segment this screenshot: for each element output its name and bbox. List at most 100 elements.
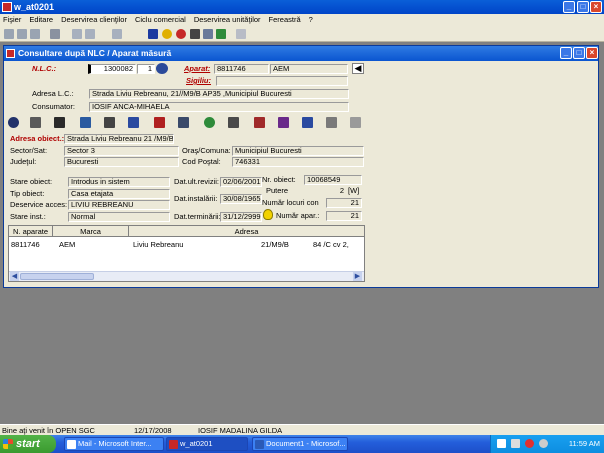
judet-field[interactable]: Bucuresti	[64, 157, 179, 167]
tray-network-icon[interactable]	[497, 439, 506, 448]
tab-stop-icon[interactable]	[254, 117, 265, 128]
oras-label: Oraş/Comuna:	[182, 146, 231, 155]
tab-report-icon[interactable]	[350, 117, 361, 128]
tab-house-icon[interactable]	[154, 117, 165, 128]
adresa-obiect-field[interactable]: Strada Liviu Rebreanu 21 /M9/B	[64, 134, 174, 144]
lookup-icon[interactable]	[156, 63, 168, 74]
retrieve-icon[interactable]	[148, 29, 158, 39]
child-close-button[interactable]: ×	[586, 47, 598, 59]
menu-fisier[interactable]: Fişier	[3, 14, 21, 26]
child-app-icon	[6, 49, 15, 58]
tab-money-icon[interactable]	[204, 117, 215, 128]
aparate-grid: N. aparate Marca Adresa 8811746 AEM Livi…	[8, 225, 365, 282]
new-icon[interactable]	[4, 29, 14, 39]
scroll-thumb[interactable]	[20, 273, 94, 280]
smiley-icon[interactable]	[162, 29, 172, 39]
edit-icon[interactable]	[203, 29, 213, 39]
task-mail[interactable]: Mail - Microsoft Inter...	[64, 437, 164, 451]
start-button[interactable]: start	[0, 435, 56, 453]
close-button[interactable]: ×	[590, 1, 602, 13]
tab-card-icon[interactable]	[104, 117, 115, 128]
clock[interactable]: 11:59 AM	[569, 439, 600, 448]
grid-header-aparate[interactable]: N. aparate	[9, 226, 53, 237]
aparat-number-field[interactable]: 8811746	[214, 64, 269, 74]
cell-aparat: 8811746	[11, 240, 40, 249]
dat-instalarii-field[interactable]: 30/08/1965	[220, 194, 262, 204]
menu-ciclu-comercial[interactable]: Ciclu comercial	[135, 14, 186, 26]
cod-postal-field[interactable]: 746331	[232, 157, 364, 167]
tray-security-icon[interactable]	[511, 439, 520, 448]
sector-field[interactable]: Sector 3	[64, 146, 179, 156]
tab-calendar-icon[interactable]	[278, 117, 289, 128]
numar-apar-field[interactable]: 21	[326, 211, 362, 221]
task-document1[interactable]: Document1 - Microsof...	[252, 437, 348, 451]
tip-obiect-field[interactable]: Casa etajata	[68, 189, 170, 199]
undo-icon[interactable]	[72, 29, 82, 39]
phone-icon[interactable]	[190, 29, 200, 39]
tab-keyboard-icon[interactable]	[54, 117, 65, 128]
numar-locuri-field[interactable]: 21	[326, 198, 362, 208]
stop-icon[interactable]	[176, 29, 186, 39]
open-icon[interactable]	[17, 29, 27, 39]
stare-inst-label: Stare inst.:	[10, 212, 46, 221]
task-w-at0201[interactable]: w_at0201	[166, 437, 248, 451]
scroll-left-icon[interactable]: ◀	[10, 272, 19, 281]
arrow-left-icon[interactable]: ◀	[352, 63, 364, 74]
app-task-icon	[169, 440, 178, 449]
sigiliu-field[interactable]	[216, 76, 348, 86]
scroll-right-icon[interactable]: ▶	[353, 272, 362, 281]
judet-label: Judeţul:	[10, 157, 37, 166]
status-bar: Bine aţi venit în OPEN SGC 12/17/2008 IO…	[0, 424, 604, 435]
nlc-suffix-input[interactable]: 1	[137, 64, 155, 74]
tab-calc-icon[interactable]	[128, 117, 139, 128]
horizontal-scrollbar[interactable]: ◀ ▶	[9, 271, 364, 281]
copy-icon[interactable]	[112, 29, 122, 39]
grid-header-marca[interactable]: Marca	[53, 226, 129, 237]
tray-alert-icon[interactable]	[525, 439, 534, 448]
consumator-field[interactable]: IOSIF ANCA-MIHAELA	[89, 102, 349, 112]
stare-inst-field[interactable]: Normal	[68, 212, 170, 222]
numar-apar-label: Număr apar.:	[276, 211, 320, 220]
child-minimize-button[interactable]: _	[560, 47, 572, 59]
tab-user-icon[interactable]	[8, 117, 19, 128]
menu-help[interactable]: ?	[309, 14, 313, 26]
maximize-button[interactable]: □	[577, 1, 589, 13]
child-title-bar: Consultare după NLC / Aparat măsură _ □ …	[4, 46, 598, 61]
tab-meter-icon[interactable]	[302, 117, 313, 128]
word-task-icon	[255, 440, 264, 449]
deservire-field[interactable]: LIVIU REBREANU	[68, 200, 170, 210]
menu-fereastra[interactable]: Fereastră	[269, 14, 301, 26]
tab-people-icon[interactable]	[178, 117, 189, 128]
tab-building-icon[interactable]	[30, 117, 41, 128]
check-icon[interactable]	[216, 29, 226, 39]
dat-revizii-field[interactable]: 02/06/2001	[220, 177, 262, 187]
tray-volume-icon[interactable]	[539, 439, 548, 448]
lightbulb-icon[interactable]	[263, 209, 273, 220]
child-maximize-button[interactable]: □	[573, 47, 585, 59]
nlc-input[interactable]: 1300082	[88, 64, 136, 74]
system-tray: 11:59 AM	[490, 435, 604, 453]
nlc-label: N.L.C.:	[32, 64, 57, 73]
tip-obiect-label: Tip obiect:	[10, 189, 45, 198]
adresa-lc-field[interactable]: Strada Liviu Rebreanu, 21//M9/B AP35 ,Mu…	[89, 89, 349, 99]
tab-document-icon[interactable]	[80, 117, 91, 128]
nr-obiect-field[interactable]: 10068549	[304, 175, 362, 185]
numar-locuri-label: Număr locuri con	[262, 198, 319, 207]
mail-icon[interactable]	[236, 29, 246, 39]
grid-header-adresa[interactable]: Adresa	[129, 226, 364, 237]
print-icon[interactable]	[30, 29, 40, 39]
menu-deservirea-unitatilor[interactable]: Deservirea unităţilor	[194, 14, 261, 26]
tab-pen-icon[interactable]	[326, 117, 337, 128]
minimize-button[interactable]: _	[563, 1, 575, 13]
deservire-label: Deservice acces:	[10, 200, 68, 209]
stare-obiect-field[interactable]: Introdus in sistem	[68, 177, 170, 187]
save-icon[interactable]	[50, 29, 60, 39]
menu-editare[interactable]: Editare	[29, 14, 53, 26]
dat-terminarii-field[interactable]: 31/12/2999	[220, 212, 262, 222]
menu-deservirea-clientilor[interactable]: Deservirea clienţilor	[61, 14, 127, 26]
adresa-lc-label: Adresa L.C.:	[32, 89, 74, 98]
oras-field[interactable]: Municipiul Bucuresti	[232, 146, 364, 156]
tab-dollar-icon[interactable]	[228, 117, 239, 128]
redo-icon[interactable]	[85, 29, 95, 39]
aparat-brand-field[interactable]: AEM	[270, 64, 348, 74]
